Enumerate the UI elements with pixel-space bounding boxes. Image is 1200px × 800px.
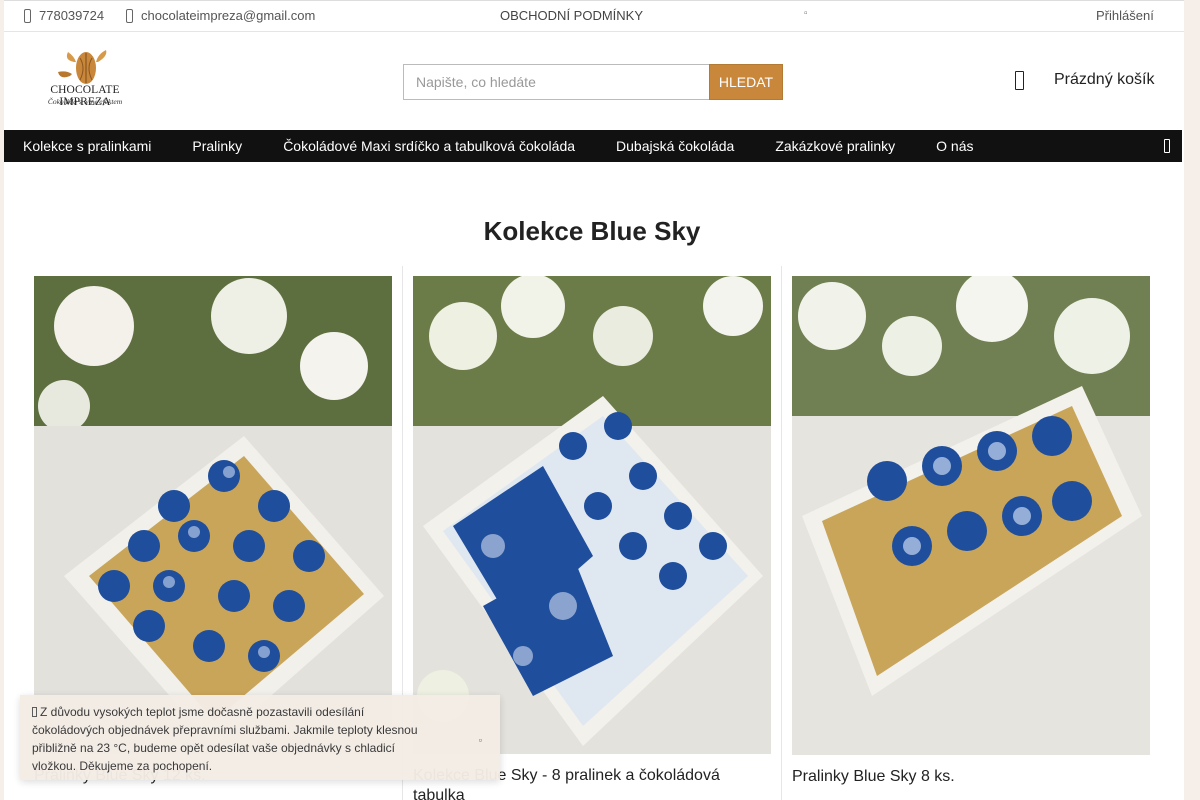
menu-icon[interactable] <box>1164 139 1170 153</box>
email-link[interactable]: chocolateimpreza@gmail.com <box>126 8 315 23</box>
product-name[interactable]: Pralinky Blue Sky 8 ks. <box>792 767 1150 787</box>
main-nav: Kolekce s pralinkami Pralinky Čokoládové… <box>4 130 1182 162</box>
shipping-notice: Z důvodu vysokých teplot jsme dočasně po… <box>20 695 500 780</box>
notice-text: Z důvodu vysokých teplot jsme dočasně po… <box>32 705 418 773</box>
logo-tagline: Čokoláda s wow efektem <box>47 97 123 106</box>
nav-item-zakazkove[interactable]: Zakázkové pralinky <box>775 138 895 154</box>
search-button[interactable]: HLEDAT <box>709 64 783 100</box>
page: 778039724 chocolateimpreza@gmail.com OBC… <box>4 0 1184 800</box>
column-divider <box>781 266 782 800</box>
search-form: HLEDAT <box>403 64 783 100</box>
product-image[interactable] <box>34 276 392 754</box>
product-photo <box>792 276 1150 755</box>
cocoa-pod-icon <box>58 50 107 84</box>
search-input[interactable] <box>403 64 709 100</box>
cart-label: Prázdný košík <box>1054 71 1155 88</box>
product-image[interactable] <box>792 276 1150 755</box>
nav-item-kolekce[interactable]: Kolekce s pralinkami <box>23 138 151 154</box>
logo[interactable]: CHOCOLATE IMPREZA Čokoláda s wow efektem <box>24 50 146 108</box>
product-photo <box>34 276 392 754</box>
header: CHOCOLATE IMPREZA Čokoláda s wow efektem… <box>4 32 1184 130</box>
product-card[interactable]: Pralinky Blue Sky 8 ks. <box>792 276 1150 787</box>
product-photo <box>413 276 771 754</box>
phone-link[interactable]: 778039724 <box>24 8 104 23</box>
product-image[interactable] <box>413 276 771 754</box>
mail-icon <box>126 8 133 23</box>
page-title: Kolekce Blue Sky <box>483 216 701 246</box>
nav-item-o-nas[interactable]: O nás <box>936 138 973 154</box>
nav-item-cokolada[interactable]: Čokoládové Maxi srdíčko a tabulková čoko… <box>283 138 575 154</box>
cart-icon <box>1014 70 1024 90</box>
login-link[interactable]: Přihlášení <box>1096 8 1154 23</box>
nav-item-dubajska[interactable]: Dubajská čokoláda <box>616 138 734 154</box>
phone-icon <box>24 8 31 23</box>
close-icon[interactable]: ▫ <box>479 731 482 749</box>
language-icon[interactable]: ▫ <box>804 8 808 19</box>
email-address: chocolateimpreza@gmail.com <box>141 8 316 23</box>
terms-link[interactable]: OBCHODNÍ PODMÍNKY <box>500 8 643 23</box>
info-icon <box>32 707 37 717</box>
cart-link[interactable]: Prázdný košík <box>1014 70 1154 90</box>
top-bar: 778039724 chocolateimpreza@gmail.com OBC… <box>4 0 1184 32</box>
phone-number: 778039724 <box>39 8 105 23</box>
nav-item-pralinky[interactable]: Pralinky <box>192 138 242 154</box>
